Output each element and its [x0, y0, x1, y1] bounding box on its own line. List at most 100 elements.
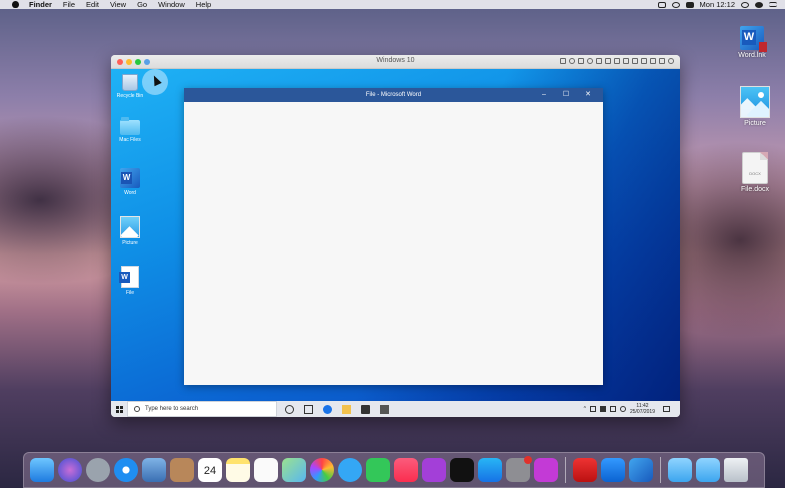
word-maximize-button[interactable]: ☐	[555, 88, 577, 102]
system-preferences-icon[interactable]	[506, 456, 532, 482]
launchpad-icon[interactable]	[86, 458, 110, 482]
user-icon[interactable]	[755, 1, 763, 8]
menu-clock[interactable]: Mon 12:12	[700, 0, 735, 9]
mail-stamp-icon[interactable]	[142, 458, 166, 482]
picture-file-icon	[120, 216, 140, 238]
desktop-icon-label: Picture	[744, 120, 766, 127]
menu-file[interactable]: File	[63, 0, 75, 9]
contacts-icon[interactable]	[170, 458, 194, 482]
word-document-icon: W	[119, 266, 139, 288]
win-icon-label: Word	[124, 190, 136, 196]
notes-icon[interactable]	[226, 458, 250, 482]
podcasts-icon[interactable]	[422, 458, 446, 482]
task-view-icon[interactable]	[304, 404, 313, 414]
win-icon-file[interactable]: W File	[112, 266, 148, 296]
battery-icon[interactable]	[685, 1, 694, 8]
windows-logo-icon	[115, 405, 123, 413]
trash-icon[interactable]	[724, 458, 748, 482]
win-icon-word[interactable]: W Word	[112, 168, 148, 196]
parallels-status-icon[interactable]	[657, 1, 666, 8]
network-icon[interactable]	[589, 406, 596, 412]
parallels-tray-icon[interactable]	[599, 406, 606, 412]
menu-app-name[interactable]: Finder	[29, 0, 52, 9]
start-button[interactable]	[111, 401, 127, 417]
edge-icon[interactable]	[323, 404, 332, 414]
reminders-icon[interactable]	[254, 458, 278, 482]
video-icon[interactable]	[632, 58, 638, 64]
feedback-assistant-icon[interactable]	[534, 458, 558, 482]
menu-help[interactable]: Help	[196, 0, 211, 9]
word-close-button[interactable]: ✕	[577, 88, 599, 102]
apple-tv-icon[interactable]	[450, 458, 474, 482]
desktop-icon-word-lnk[interactable]: W Word.lnk	[722, 26, 782, 59]
windows-desktop: Recycle Bin Mac Files W Word Picture W F…	[111, 69, 680, 401]
music-icon[interactable]	[394, 458, 418, 482]
store-icon[interactable]	[361, 404, 370, 414]
maps-icon[interactable]	[282, 458, 306, 482]
dock-separator	[565, 457, 566, 483]
mail-icon[interactable]	[380, 404, 389, 414]
photos-icon[interactable]	[310, 458, 334, 482]
safari-icon[interactable]	[114, 458, 138, 482]
word-dock-icon[interactable]	[629, 458, 653, 482]
cortana-icon[interactable]	[285, 404, 294, 414]
windows-vm-icon[interactable]	[601, 458, 625, 482]
screen-icon[interactable]	[650, 58, 656, 64]
file-explorer-icon[interactable]	[342, 404, 351, 414]
volume-icon[interactable]	[619, 406, 626, 412]
menu-edit[interactable]: Edit	[86, 0, 99, 9]
menu-window[interactable]: Window	[158, 0, 185, 9]
printer-icon[interactable]	[623, 58, 629, 64]
word-titlebar[interactable]: File - Microsoft Word – ☐ ✕	[184, 88, 603, 102]
menu-go[interactable]: Go	[137, 0, 147, 9]
documents-folder-icon[interactable]	[696, 458, 720, 482]
win-icon-recycle-bin[interactable]: Recycle Bin	[112, 74, 148, 99]
word-window-title: File - Microsoft Word	[365, 92, 422, 98]
mac-menu-bar: Finder File Edit View Go Window Help Mon…	[0, 0, 785, 9]
usb-icon[interactable]	[578, 58, 584, 64]
word-window: File - Microsoft Word – ☐ ✕	[184, 88, 603, 385]
folder-icon[interactable]	[641, 58, 647, 64]
word-minimize-button[interactable]: –	[533, 88, 555, 102]
spotlight-search-icon[interactable]	[741, 1, 749, 8]
apple-menu-icon[interactable]	[12, 1, 19, 8]
vm-titlebar[interactable]: Windows 10	[111, 55, 680, 69]
cd-icon[interactable]	[569, 58, 575, 64]
microphone-icon[interactable]	[605, 58, 611, 64]
facetime-icon[interactable]	[366, 458, 390, 482]
wifi-icon[interactable]	[671, 1, 680, 8]
tray-chevron-icon[interactable]: ^	[584, 406, 586, 412]
app-store-icon[interactable]	[478, 458, 502, 482]
calendar-day: 24	[203, 465, 217, 477]
finder-icon[interactable]	[30, 458, 54, 482]
siri-icon[interactable]	[58, 458, 82, 482]
win-icon-mac-files[interactable]: Mac Files	[112, 117, 148, 143]
search-placeholder: Type here to search	[145, 406, 199, 412]
vm-toolbar	[560, 58, 674, 64]
dock-separator	[660, 457, 661, 483]
taskbar-search-box[interactable]: Type here to search	[127, 401, 277, 417]
parallels-desktop-icon[interactable]	[573, 458, 597, 482]
display-icon[interactable]	[609, 406, 616, 412]
messages-icon[interactable]	[338, 458, 362, 482]
word-app-icon: W	[120, 168, 140, 188]
taskbar-date: 25/07/2019	[629, 409, 655, 415]
notification-center-icon[interactable]	[769, 2, 777, 7]
calendar-icon[interactable]: 24	[198, 458, 222, 482]
keyboard-icon[interactable]	[560, 58, 566, 64]
taskbar-clock[interactable]: 11:42 25/07/2019	[630, 403, 655, 415]
menu-view[interactable]: View	[110, 0, 126, 9]
sharing-icon[interactable]	[614, 58, 620, 64]
document-file-icon: DOCX	[742, 152, 768, 184]
volume-icon[interactable]	[659, 58, 665, 64]
downloads-folder-icon[interactable]	[668, 458, 692, 482]
word-document-canvas[interactable]	[184, 102, 603, 385]
network-icon[interactable]	[596, 58, 602, 64]
win-icon-picture[interactable]: Picture	[112, 216, 148, 246]
camera-icon[interactable]	[587, 58, 593, 64]
folder-icon	[120, 117, 140, 135]
action-center-icon[interactable]	[663, 406, 670, 412]
desktop-icon-file-docx[interactable]: DOCX File.docx	[725, 152, 785, 193]
desktop-icon-picture[interactable]: Picture	[725, 86, 785, 127]
gear-icon[interactable]	[668, 58, 674, 64]
